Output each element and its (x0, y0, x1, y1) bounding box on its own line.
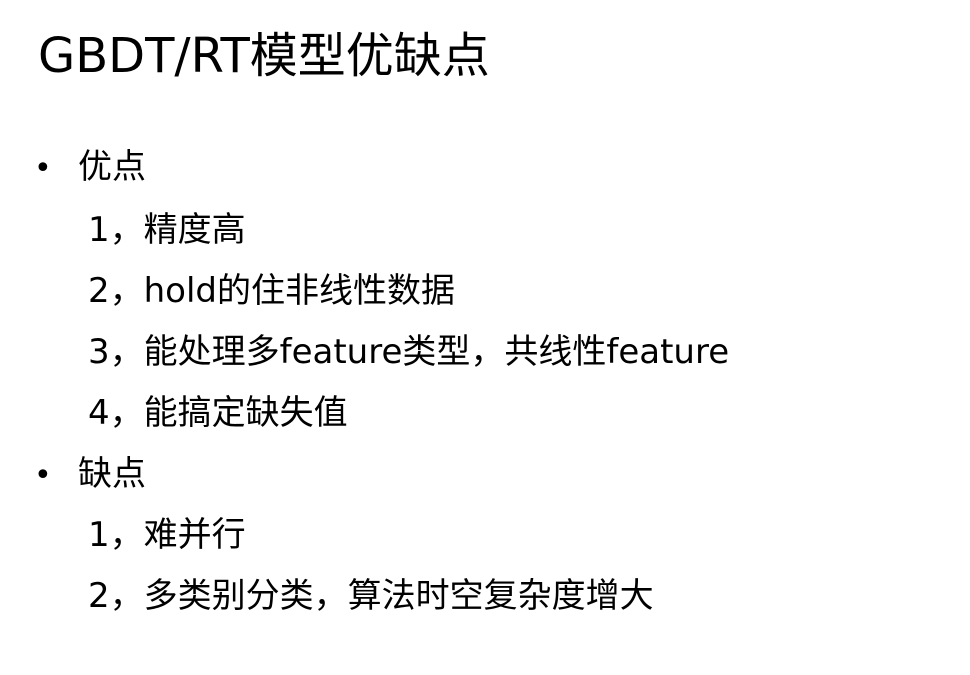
slide-title: GBDT/RT模型优缺点 (38, 28, 490, 84)
section-disadvantages-heading: • 缺点 (34, 452, 146, 498)
disadvantage-item-2: 2，多类别分类，算法时空复杂度增大 (88, 576, 654, 616)
advantage-item-1: 1，精度高 (88, 210, 246, 250)
section-heading-label: 缺点 (78, 454, 146, 494)
advantage-item-2: 2，hold的住非线性数据 (88, 271, 456, 311)
advantage-item-4: 4，能搞定缺失值 (88, 393, 348, 433)
advantage-item-3: 3，能处理多feature类型，共线性feature (88, 332, 730, 372)
slide: GBDT/RT模型优缺点 • 优点 1，精度高 2，hold的住非线性数据 3，能… (0, 0, 970, 675)
bullet-icon: • (34, 458, 52, 493)
section-heading-label: 优点 (78, 147, 146, 187)
bullet-icon: • (34, 151, 52, 186)
disadvantage-item-1: 1，难并行 (88, 515, 246, 555)
section-advantages-heading: • 优点 (34, 145, 146, 191)
